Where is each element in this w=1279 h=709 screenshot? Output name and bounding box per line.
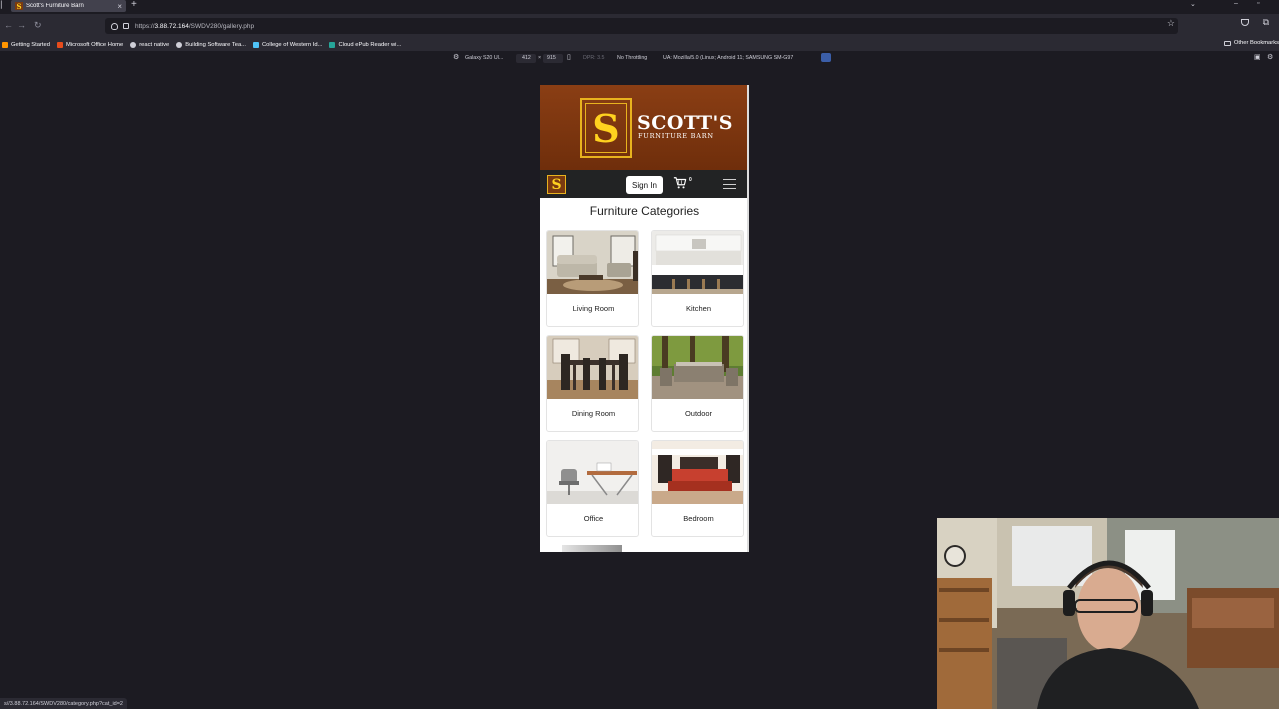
bookmark-favicon-icon (329, 41, 336, 48)
hamburger-menu-icon[interactable] (723, 179, 736, 189)
device-selector[interactable]: Galaxy S20 Ul... (465, 55, 503, 61)
viewport-scrollbar[interactable] (747, 85, 749, 552)
viewport-width-input[interactable]: 412 (522, 55, 531, 61)
rotate-icon[interactable]: ▯ (567, 53, 571, 61)
category-card-living-room[interactable]: Living Room (546, 230, 639, 327)
home-logo-link[interactable]: S (547, 175, 566, 194)
responsive-design-toolbar: ⚙ Galaxy S20 Ul... 412 × 915 ▯ DPR: 3.5 … (0, 51, 1279, 65)
tracking-protection-icon[interactable] (111, 22, 118, 30)
page-title: Furniture Categories (589, 204, 700, 218)
rdm-settings-icon[interactable]: ⚙ (1267, 53, 1273, 61)
bedroom-image (652, 441, 743, 504)
next-category-image-partial (562, 545, 622, 552)
tab-overflow-chevron-icon[interactable]: ⌄ (1190, 0, 1196, 8)
bookmark-star-icon[interactable]: ☆ (1167, 18, 1175, 29)
bookmark-favicon-icon (2, 41, 8, 48)
screenshot-icon[interactable]: ▣ (1254, 53, 1261, 61)
address-bar[interactable]: https://3.88.72.164/SWDV280/gallery.php (105, 18, 1178, 34)
touch-simulation-icon[interactable] (821, 53, 831, 62)
back-icon[interactable]: ← (4, 20, 13, 30)
outdoor-image (652, 336, 743, 399)
office-image (547, 441, 638, 504)
category-label: Dining Room (571, 409, 616, 418)
tab-title: Scott's Furniture Barn (26, 3, 84, 9)
url-text[interactable]: https://3.88.72.164/SWDV280/gallery.php (135, 23, 254, 30)
bookmark-label: Microsoft Office Home (66, 41, 124, 48)
category-label: Office (583, 514, 604, 523)
other-bookmarks-label: Other Bookmarks (1233, 40, 1279, 46)
user-agent-input[interactable]: UA: Mozilla/5.0 (Linux; Android 11; SAMS… (663, 55, 793, 61)
category-label: Outdoor (684, 409, 713, 418)
category-label: Living Room (572, 304, 615, 313)
reload-icon[interactable]: ↻ (34, 20, 42, 31)
minimize-icon[interactable]: – (1234, 0, 1238, 7)
bookmark-item[interactable]: Getting Started (2, 41, 50, 48)
folder-icon (1223, 40, 1231, 46)
navigation-toolbar: ← → ↻ https://3.88.72.164/SWDV280/galler… (0, 14, 1279, 38)
category-label: Kitchen (685, 304, 712, 313)
close-tab-icon[interactable]: × (117, 2, 122, 11)
logo-subtitle: FURNITURE BARN (638, 132, 714, 140)
settings-gear-icon[interactable]: ⚙ (453, 53, 459, 61)
bookmark-label: Building Software Tea... (185, 41, 246, 48)
bookmark-favicon-icon (253, 41, 259, 48)
bookmark-label: react native (139, 41, 170, 48)
category-card-bedroom[interactable]: Bedroom (651, 440, 744, 537)
living-room-image (547, 231, 638, 294)
throttling-selector[interactable]: No Throttling (617, 55, 647, 61)
bookmark-item[interactable]: Building Software Tea... (176, 41, 246, 48)
bookmark-item[interactable]: Cloud ePub Reader wi... (329, 41, 402, 48)
bookmark-favicon-icon (57, 41, 63, 48)
bookmark-label: College of Western Id... (262, 41, 323, 48)
lock-icon[interactable] (123, 23, 129, 29)
category-card-office[interactable]: Office (546, 440, 639, 537)
cart-icon[interactable] (673, 176, 687, 190)
tab-list-icon[interactable]: ▏ (1, 1, 6, 9)
category-label: Bedroom (683, 514, 714, 523)
kitchen-image (652, 231, 743, 294)
logo-name: SCOTT'S (637, 112, 734, 134)
dpr-selector[interactable]: DPR: 3.5 (583, 55, 605, 61)
bookmark-favicon-icon (130, 41, 137, 48)
restore-icon[interactable]: ▫ (1257, 0, 1259, 7)
times-sign: × (538, 55, 542, 61)
logo-letter: S (585, 103, 627, 153)
extensions-icon[interactable]: ⧉ (1263, 17, 1269, 28)
site-navbar: S Sign In 0 (540, 170, 749, 198)
category-card-outdoor[interactable]: Outdoor (651, 335, 744, 432)
bookmark-favicon-icon (176, 41, 183, 48)
sign-in-button[interactable]: Sign In (626, 176, 663, 194)
bookmark-label: Cloud ePub Reader wi... (338, 41, 402, 48)
bookmark-label: Getting Started (11, 41, 50, 48)
cart-count-badge: 0 (689, 177, 692, 183)
site-favicon-icon: S (15, 1, 23, 11)
site-logo[interactable]: S (580, 98, 632, 158)
category-card-dining-room[interactable]: Dining Room (546, 335, 639, 432)
new-tab-button[interactable]: + (131, 0, 137, 10)
device-viewport: S SCOTT'S FURNITURE BARN S Sign In 0 Fur… (540, 85, 749, 552)
bookmarks-toolbar: Getting Started Microsoft Office Home reac… (0, 38, 1279, 51)
site-banner: S SCOTT'S FURNITURE BARN (540, 85, 749, 170)
browser-tab[interactable]: S Scott's Furniture Barn × (11, 0, 126, 12)
tab-strip: ▏ S Scott's Furniture Barn × + ⌄ – ▫ (0, 0, 1279, 12)
bookmark-item[interactable]: Microsoft Office Home (57, 41, 124, 48)
forward-icon[interactable]: → (17, 20, 26, 30)
bookmark-item[interactable]: College of Western Id... (253, 41, 323, 48)
category-card-kitchen[interactable]: Kitchen (651, 230, 744, 327)
dining-room-image (547, 336, 638, 399)
status-link-preview: s//3.88.72.164/SWDV280/category.php?cat_… (0, 698, 127, 709)
bookmark-item[interactable]: react native (130, 41, 170, 48)
other-bookmarks[interactable]: Other Bookmarks (1223, 40, 1279, 46)
viewport-height-input[interactable]: 915 (547, 55, 556, 61)
webcam-video (937, 518, 1279, 709)
